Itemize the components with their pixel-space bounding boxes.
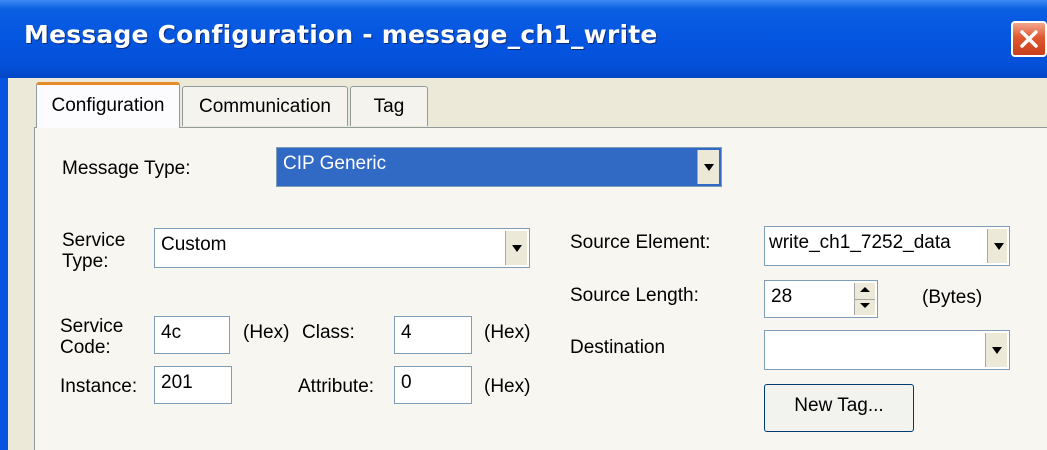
service-type-value: Custom [161, 234, 227, 255]
service-code-label: Service Code: [60, 316, 124, 358]
attribute-value: 0 [401, 372, 412, 393]
source-length-label: Source Length: [570, 285, 699, 306]
tab-communication[interactable]: Communication [182, 86, 348, 126]
message-type-value: CIP Generic [283, 153, 387, 174]
tab-configuration-label: Configuration [51, 95, 165, 116]
chevron-down-icon[interactable] [987, 229, 1007, 263]
instance-label: Instance: [60, 376, 138, 397]
new-tag-button[interactable]: New Tag... [764, 384, 914, 432]
source-element-value: write_ch1_7252_data [769, 232, 951, 253]
message-type-label: Message Type: [62, 158, 191, 179]
instance-field[interactable]: 201 [154, 366, 232, 404]
close-button[interactable] [1011, 21, 1047, 57]
new-tag-label: New Tag... [794, 395, 884, 416]
source-length-value: 28 [771, 286, 793, 307]
attribute-field[interactable]: 0 [394, 366, 472, 404]
tab-configuration[interactable]: Configuration [36, 82, 180, 128]
title-bar: Message Configuration - message_ch1_writ… [0, 0, 1047, 78]
attribute-label: Attribute: [298, 376, 375, 397]
tab-tag-label: Tag [373, 96, 405, 117]
class-value: 4 [401, 322, 412, 343]
service-code-unit: (Hex) [243, 322, 290, 343]
destination-label: Destination [570, 337, 666, 358]
destination-select[interactable] [764, 330, 1010, 370]
chevron-down-icon[interactable] [505, 231, 527, 265]
service-type-select[interactable]: Custom [154, 228, 530, 268]
chevron-down-icon[interactable] [697, 150, 719, 184]
service-code-value: 4c [161, 322, 182, 343]
message-type-select[interactable]: CIP Generic [276, 147, 722, 187]
tab-tag[interactable]: Tag [350, 86, 428, 126]
close-icon [1020, 30, 1038, 48]
source-element-select[interactable]: write_ch1_7252_data [764, 226, 1010, 266]
window-frame-left [0, 78, 8, 450]
instance-value: 201 [161, 372, 193, 393]
window-title: Message Configuration - message_ch1_writ… [24, 20, 658, 49]
source-element-label: Source Element: [570, 232, 711, 253]
service-code-field[interactable]: 4c [154, 316, 230, 354]
chevron-down-icon[interactable] [985, 333, 1007, 367]
class-unit: (Hex) [484, 322, 531, 343]
service-type-label: Service Type: [62, 230, 126, 272]
class-label: Class: [302, 322, 355, 343]
class-field[interactable]: 4 [394, 316, 472, 354]
attribute-unit: (Hex) [484, 376, 531, 397]
source-length-stepper[interactable]: 28 [764, 280, 878, 318]
spinner-icon[interactable] [854, 283, 875, 315]
source-length-unit: (Bytes) [922, 287, 983, 308]
tab-communication-label: Communication [199, 96, 331, 117]
